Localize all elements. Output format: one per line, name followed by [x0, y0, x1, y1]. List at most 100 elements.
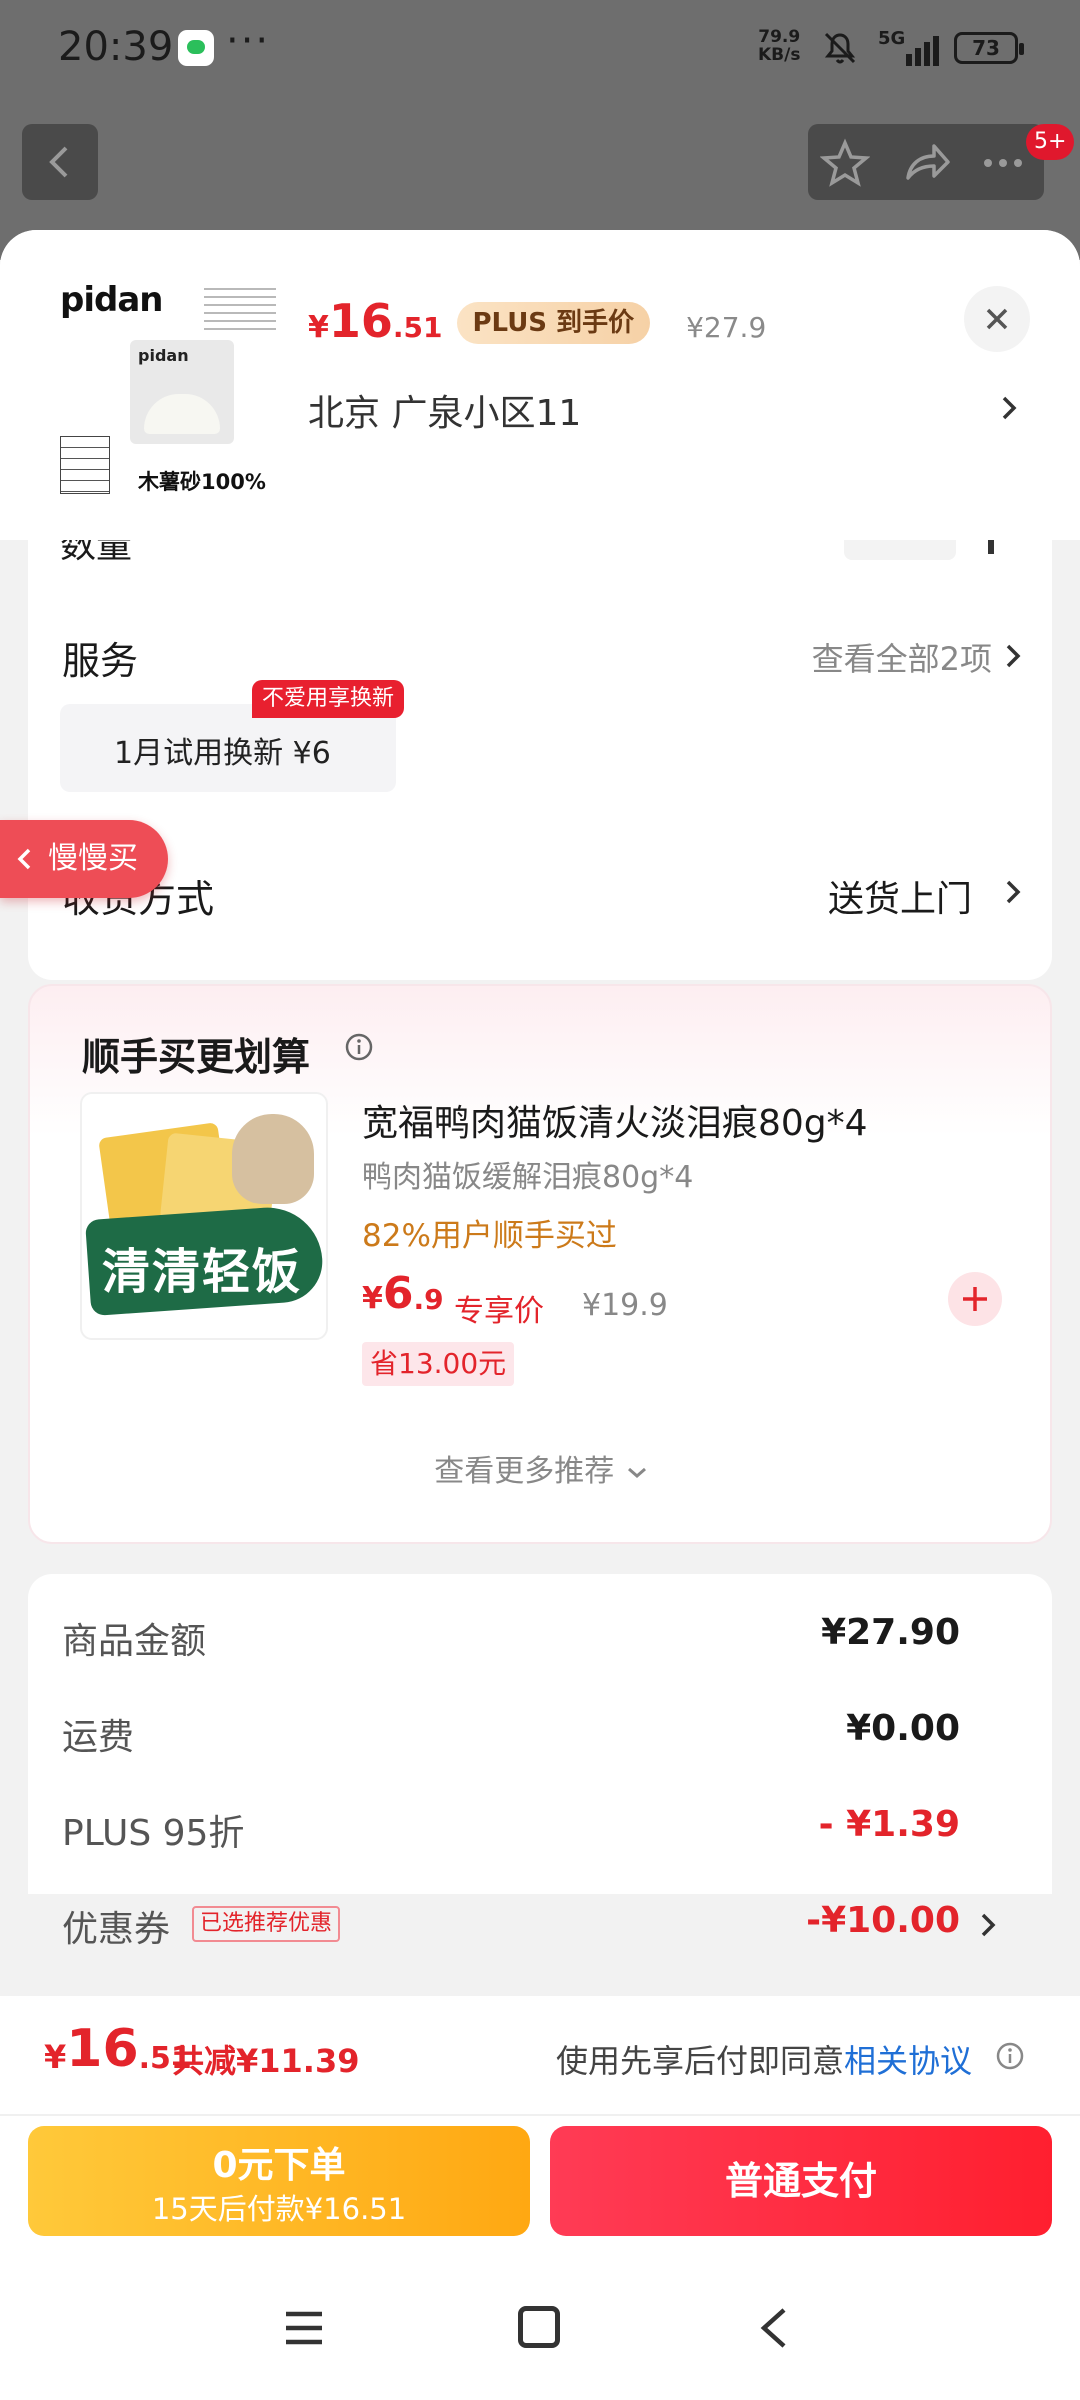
chevron-right-icon [1006, 880, 1021, 904]
more-icon[interactable] [978, 138, 1028, 188]
product-thumbnail[interactable]: pidan 木薯砂100% [54, 280, 276, 502]
recommended-product-subtitle: 鸭肉猫饭缓解泪痕80g*4 [362, 1160, 694, 1195]
pay-later-main-label: 0元下单 [212, 2145, 346, 2186]
share-icon[interactable] [902, 138, 952, 188]
wechat-notification-icon [178, 30, 214, 66]
signal-icon [906, 36, 939, 66]
price-currency: ¥ [308, 310, 329, 345]
back-button[interactable] [22, 124, 98, 200]
view-more-recommendations[interactable]: 查看更多推荐 [30, 1446, 1054, 1490]
star-icon[interactable] [820, 138, 870, 188]
thumbnail-caption: 木薯砂100% [138, 470, 266, 494]
network-speed-unit: KB/s [758, 45, 801, 65]
summary-value: - ¥1.39 [818, 1804, 960, 1845]
mute-bell-icon [824, 32, 856, 64]
summary-value: -¥10.00 [806, 1900, 960, 1941]
back-icon[interactable] [756, 2304, 792, 2352]
summary-label: 运费 [62, 1717, 135, 1758]
message-badge: 5+ [1026, 124, 1075, 160]
more-notifications-icon: ··· [226, 18, 271, 64]
plus-icon [963, 1287, 987, 1311]
chevron-right-icon [1002, 396, 1017, 420]
coupon-tag: 已选推荐优惠 [192, 1906, 341, 1942]
recommendation-card: 顺手买更划算 清清轻饭 宽福鸭肉猫饭清火淡泪痕80g*4 鸭肉猫饭缓解泪痕80g… [28, 984, 1052, 1544]
thumbnail-fine-print [204, 282, 276, 336]
view-more-label: 查看更多推荐 [434, 1454, 615, 1489]
chevron-down-icon [627, 1467, 646, 1478]
summary-value: ¥27.90 [821, 1612, 960, 1653]
slow-buy-floating-button[interactable]: 慢慢买 [0, 820, 168, 898]
agreement-text: 使用先享后付即同意相关协议 [556, 2036, 972, 2082]
total-price: ¥16.51 [44, 2022, 192, 2076]
agreement-prefix: 使用先享后付即同意 [556, 2042, 845, 2080]
plus-price-tag: PLUS 到手价 [456, 302, 651, 344]
cat-litter-bag-image [130, 340, 234, 444]
service-option-badge: 不爱用享换新 [252, 680, 405, 718]
summary-label: 优惠券 [62, 1909, 171, 1950]
summary-row-coupon[interactable]: 优惠券 已选推荐优惠 -¥10.00 [62, 1892, 1008, 1952]
price-currency: ¥ [44, 2038, 67, 2076]
address-selector[interactable]: 北京 广泉小区11 [308, 378, 1028, 438]
service-view-all-link[interactable]: 查看全部2项 [812, 634, 992, 680]
close-button[interactable] [964, 286, 1030, 352]
savings-badge: 省13.00元 [362, 1342, 515, 1386]
service-title: 服务 [62, 639, 139, 683]
close-icon [986, 308, 1008, 330]
status-time: 20:39 [58, 24, 174, 70]
chevron-left-icon [17, 848, 31, 870]
recommended-product-price: ¥6.9 [362, 1268, 444, 1319]
add-recommended-button[interactable] [948, 1272, 1002, 1326]
network-speed: 79.9 KB/s [758, 28, 800, 64]
system-navigation-bar [0, 2256, 1080, 2400]
normal-pay-button[interactable]: 普通支付 [550, 2126, 1052, 2236]
info-icon[interactable] [994, 2040, 1026, 2072]
status-bar: 20:39 ··· 79.9 KB/s 5G 73 [0, 0, 1080, 100]
recommendation-title: 顺手买更划算 [82, 1035, 311, 1079]
price-decimal: .9 [413, 1283, 444, 1316]
home-icon[interactable] [518, 2306, 560, 2348]
quantity-increase-button[interactable] [988, 540, 994, 554]
recommended-original-price: ¥19.9 [582, 1288, 668, 1323]
product-header: pidan 木薯砂100% ¥16.51 PLUS 到手价 ¥27.9 北京 广… [0, 230, 1080, 540]
recent-apps-icon[interactable] [282, 2306, 326, 2350]
quantity-stepper[interactable] [844, 540, 956, 560]
summary-label: 商品金额 [62, 1621, 207, 1662]
summary-row-plus-discount: PLUS 95折 - ¥1.39 [62, 1796, 1008, 1856]
price-integer: 16 [328, 294, 393, 348]
price-currency: ¥ [362, 1281, 383, 1316]
service-option-label: 1月试用换新 ¥6 [114, 736, 331, 771]
price-integer: 6 [382, 1268, 414, 1319]
slow-buy-label: 慢慢买 [48, 841, 138, 876]
network-speed-value: 79.9 [758, 27, 801, 47]
product-price: ¥16.51 [308, 294, 443, 348]
agreement-link[interactable]: 相关协议 [844, 2042, 972, 2080]
summary-value: ¥0.00 [846, 1708, 960, 1749]
thumbnail-brand: pidan [60, 280, 163, 320]
options-card: 数量 服务 查看全部2项 1月试用换新 ¥6 不爱用享换新 收货方式 送货上门 [28, 540, 1052, 980]
cat-image [232, 1114, 314, 1204]
divider [0, 2114, 1080, 2116]
total-saved: 共减¥11.39 [172, 2042, 360, 2080]
original-price: ¥27.9 [686, 311, 767, 344]
chevron-right-icon [1006, 644, 1021, 668]
battery-indicator: 73 [954, 32, 1024, 64]
price-summary-card: 商品金额 ¥27.90 运费 ¥0.00 PLUS 95折 - ¥1.39 优惠… [28, 1574, 1052, 1950]
pay-later-sub-label: 15天后付款¥16.51 [151, 2192, 407, 2226]
product-price-row: ¥16.51 PLUS 到手价 ¥27.9 [308, 288, 766, 348]
price-decimal: .51 [392, 311, 443, 344]
nutrition-table-image [60, 436, 110, 494]
recommended-product-name[interactable]: 宽福鸭肉猫饭清火淡泪痕80g*4 [362, 1094, 868, 1146]
summary-row-shipping: 运费 ¥0.00 [62, 1700, 1008, 1760]
checkout-bar: ¥16.51 共减¥11.39 使用先享后付即同意相关协议 0元下单 15天后付… [0, 1996, 1080, 2400]
recommended-product-image[interactable]: 清清轻饭 [80, 1092, 328, 1340]
recommended-product-stat: 82%用户顺手买过 [362, 1218, 617, 1254]
product-image-text: 清清轻饭 [102, 1244, 303, 1300]
summary-label: PLUS 95折 [62, 1813, 245, 1854]
chevron-right-icon [981, 1913, 996, 1937]
pay-later-button[interactable]: 0元下单 15天后付款¥16.51 [28, 2126, 530, 2236]
address-text: 北京 广泉小区11 [308, 393, 582, 434]
info-icon[interactable] [344, 1032, 374, 1062]
delivery-method-value[interactable]: 送货上门 [828, 870, 972, 922]
chevron-left-icon [49, 146, 68, 178]
nav-actions [808, 124, 1044, 200]
